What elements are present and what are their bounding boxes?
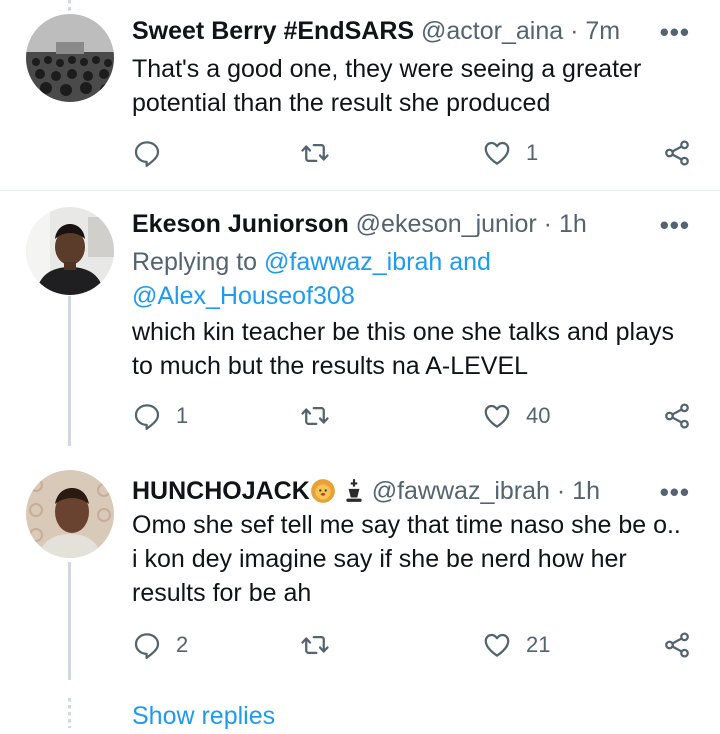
heart-icon [484, 141, 510, 165]
user-handle[interactable]: @ekeson_junior [356, 210, 537, 238]
reply-button[interactable]: 2 [132, 630, 188, 660]
tweet[interactable]: HUNCHOJACK @fawwaz_ibrah · 1h ••• Omo sh… [0, 462, 720, 692]
replying-to: Replying to @fawwaz_ibrah and @Alex_Hous… [132, 245, 491, 313]
tweet-text: which kin teacher be this one she talks … [132, 318, 674, 380]
user-handle[interactable]: @actor_aina [421, 17, 563, 45]
display-name[interactable]: Sweet Berry #EndSARS [132, 17, 414, 45]
share-icon [665, 403, 689, 429]
user-handle[interactable]: @fawwaz_ibrah [372, 477, 550, 505]
like-count: 21 [526, 632, 551, 657]
tweet-header: Sweet Berry #EndSARS @actor_aina · 7m [132, 16, 620, 46]
tweet-actions: 1 40 [132, 401, 697, 437]
tweet-header: Ekeson Juniorson @ekeson_junior · 1h [132, 209, 587, 239]
reply-icon [134, 633, 160, 659]
avatar-portrait-image [26, 470, 114, 558]
lion-emoji [310, 478, 336, 511]
heart-icon [484, 404, 510, 428]
reply-button[interactable] [132, 138, 176, 168]
replying-to-label: Replying to [132, 248, 258, 276]
mention-link[interactable]: @Alex_Houseof308 [132, 282, 355, 310]
like-button[interactable]: 40 [482, 401, 550, 431]
share-button[interactable] [662, 630, 692, 660]
chess-king-emoji [343, 478, 365, 511]
tweet-header: HUNCHOJACK @fawwaz_ibrah · 1h [132, 476, 600, 511]
retweet-icon [301, 407, 329, 425]
avatar-crowd-image [26, 14, 114, 102]
separator-dot: · [556, 477, 566, 505]
like-count: 1 [526, 140, 539, 165]
timestamp[interactable]: 7m [585, 17, 620, 45]
reply-icon [134, 141, 160, 167]
share-button[interactable] [662, 401, 692, 431]
share-icon [665, 140, 689, 166]
avatar-portrait-image [26, 207, 114, 295]
more-options-button[interactable]: ••• [660, 479, 690, 505]
like-count: 40 [526, 403, 551, 428]
avatar[interactable] [26, 470, 114, 558]
reply-count: 1 [176, 403, 189, 428]
retweet-button[interactable] [300, 401, 330, 431]
like-button[interactable]: 1 [482, 138, 538, 168]
share-button[interactable] [662, 138, 692, 168]
share-icon [665, 632, 689, 658]
tweet[interactable]: Ekeson Juniorson @ekeson_junior · 1h •••… [0, 191, 720, 461]
thread-line-dotted-bottom [68, 698, 71, 728]
tweet-actions: 2 21 [132, 630, 697, 666]
replying-and[interactable]: and [449, 248, 491, 276]
retweet-button[interactable] [300, 630, 330, 660]
show-replies-link[interactable]: Show replies [132, 702, 275, 731]
tweet-text: Omo she sef tell me say that time naso s… [132, 511, 681, 607]
more-options-button[interactable]: ••• [660, 212, 690, 238]
timestamp[interactable]: 1h [572, 477, 600, 505]
timestamp[interactable]: 1h [559, 210, 587, 238]
retweet-icon [301, 636, 329, 654]
display-name[interactable]: HUNCHOJACK [132, 477, 310, 505]
avatar[interactable] [26, 207, 114, 295]
avatar[interactable] [26, 14, 114, 102]
like-button[interactable]: 21 [482, 630, 550, 660]
reply-icon [134, 404, 160, 430]
reply-button[interactable]: 1 [132, 401, 188, 431]
mention-link[interactable]: @fawwaz_ibrah [264, 248, 442, 276]
reply-count: 2 [176, 632, 189, 657]
display-name[interactable]: Ekeson Juniorson [132, 210, 349, 238]
retweet-button[interactable] [300, 138, 330, 168]
separator-dot: · [570, 17, 579, 45]
separator-dot: · [543, 210, 552, 238]
heart-icon [484, 633, 510, 657]
more-options-button[interactable]: ••• [660, 19, 690, 45]
tweet-text: That's a good one, they were seeing a gr… [132, 55, 642, 117]
tweet[interactable]: Sweet Berry #EndSARS @actor_aina · 7m ••… [0, 0, 720, 190]
retweet-icon [301, 144, 329, 162]
tweet-actions: 1 [132, 138, 697, 174]
